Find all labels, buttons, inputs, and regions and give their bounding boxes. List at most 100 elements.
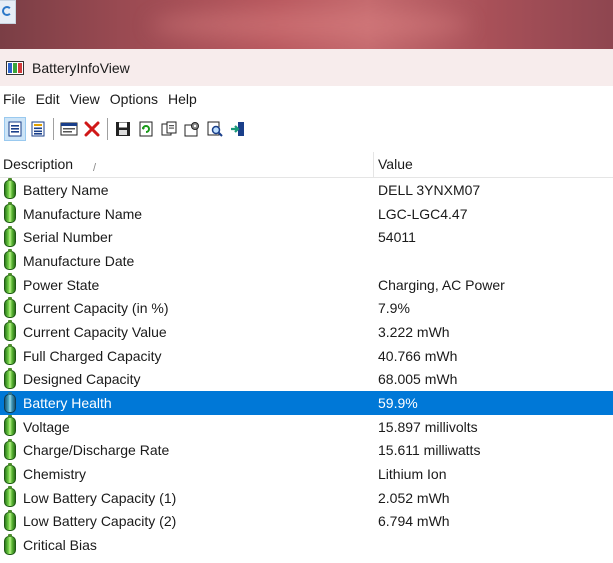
table-row[interactable]: Battery Name DELL 3YNXM07 [0,178,613,202]
table-row[interactable]: Serial Number 54011 [0,225,613,249]
description-cell: Critical Bias [0,533,374,555]
description-cell: Chemistry [0,462,374,484]
description-cell: Current Capacity Value [0,320,374,342]
battery-icon [4,178,16,200]
value-cell: 40.766 mWh [378,347,458,364]
html-report-all-icon[interactable] [4,116,26,141]
value-cell: Charging, AC Power [378,276,505,293]
description-cell: Manufacture Name [0,202,374,224]
table-row[interactable]: Designed Capacity 68.005 mWh [0,367,613,392]
table-row[interactable]: Charge/Discharge Rate 15.611 milliwatts [0,438,613,463]
table-row[interactable]: Battery Health 59.9% [0,391,613,415]
description-cell: Voltage [0,415,374,437]
battery-info-list[interactable]: Description / Value Battery Name DELL 3YN… [0,152,613,563]
description-text: Critical Bias [23,537,97,554]
menu-edit[interactable]: Edit [33,91,67,107]
find-icon[interactable] [204,117,226,141]
table-row[interactable]: Chemistry Lithium Ion [0,462,613,486]
description-cell: Charge/Discharge Rate [0,438,374,460]
toolbar-separator [107,117,108,140]
battery-icon [4,296,16,318]
description-cell: Battery Name [0,178,374,200]
sort-indicator-icon: / [93,162,97,174]
desktop-glow [150,10,470,40]
battery-icon [4,486,16,508]
table-row[interactable]: Full Charged Capacity 40.766 mWh [0,344,613,368]
description-text: Battery Health [23,395,112,412]
description-text: Low Battery Capacity (1) [23,489,177,506]
table-row[interactable]: Current Capacity (in %) 7.9% [0,296,613,320]
exit-icon[interactable] [227,117,249,141]
table-row[interactable]: Current Capacity Value 3.222 mWh [0,320,613,344]
app-icon [6,60,24,75]
window-title: BatteryInfoView [32,59,130,76]
battery-icon [4,225,16,247]
menu-options[interactable]: Options [107,91,165,107]
description-text: Current Capacity Value [23,323,167,340]
description-cell: Power State [0,273,374,295]
battery-icon [4,249,16,271]
refresh-icon[interactable] [135,117,157,141]
save-icon[interactable] [112,117,134,141]
table-row[interactable]: Manufacture Name LGC-LGC4.47 [0,202,613,226]
battery-icon [4,391,16,413]
properties-icon[interactable] [58,117,80,141]
description-cell: Low Battery Capacity (1) [0,486,374,508]
description-cell: Manufacture Date [0,249,374,271]
table-row[interactable]: Critical Bias [0,533,613,557]
description-cell: Serial Number [0,225,374,247]
description-text: Chemistry [23,466,87,483]
table-row[interactable]: Voltage 15.897 millivolts [0,415,613,439]
menu-bar: File Edit View Options Help [0,86,613,112]
description-cell: Designed Capacity [0,367,374,389]
menu-file[interactable]: File [0,91,33,107]
battery-icon [4,367,16,389]
column-header-value[interactable]: Value [374,152,613,178]
value-cell: 2.052 mWh [378,489,450,506]
copy-icon[interactable] [158,117,180,141]
description-text: Low Battery Capacity (2) [23,513,177,530]
battery-icon [4,202,16,224]
description-cell: Full Charged Capacity [0,344,374,366]
description-text: Full Charged Capacity [23,347,162,364]
description-text: Charge/Discharge Rate [23,442,170,459]
list-header: Description / Value [0,152,613,178]
description-text: Manufacture Name [23,205,143,222]
battery-icon [4,344,16,366]
battery-icon [4,273,16,295]
description-cell: Low Battery Capacity (2) [0,509,374,531]
value-cell: Lithium Ion [378,466,447,483]
battery-icon [4,509,16,531]
battery-icon [4,533,16,555]
description-text: Battery Name [23,181,109,198]
desktop-background [0,0,613,49]
delete-icon[interactable] [81,117,103,141]
description-text: Current Capacity (in %) [23,300,169,317]
battery-icon [4,438,16,460]
value-cell: LGC-LGC4.47 [378,205,468,222]
html-report-selected-icon[interactable] [27,117,49,141]
menu-help[interactable]: Help [165,91,204,107]
value-cell: 15.897 millivolts [378,418,478,435]
table-row[interactable]: Power State Charging, AC Power [0,273,613,297]
value-cell: 3.222 mWh [378,323,450,340]
toolbar-separator [53,117,54,140]
table-row[interactable]: Manufacture Date [0,249,613,273]
description-text: Designed Capacity [23,371,141,388]
value-cell: 54011 [378,229,416,246]
column-header-description[interactable]: Description / [0,152,374,178]
table-row[interactable]: Low Battery Capacity (2) 6.794 mWh [0,509,613,534]
battery-icon [4,415,16,437]
title-bar[interactable]: BatteryInfoView [0,49,613,86]
value-cell: 15.611 milliwatts [378,442,481,459]
menu-view[interactable]: View [67,91,107,107]
options-icon[interactable] [181,117,203,141]
desktop-recycle-icon[interactable] [0,0,16,24]
value-cell: DELL 3YNXM07 [378,181,481,198]
list-rows: Battery Name DELL 3YNXM07 Manufacture Name… [0,178,613,557]
value-cell: 68.005 mWh [378,371,458,388]
description-text: Voltage [23,418,70,435]
value-cell: 59.9% [378,395,418,412]
value-cell: 7.9% [378,300,410,317]
table-row[interactable]: Low Battery Capacity (1) 2.052 mWh [0,486,613,510]
